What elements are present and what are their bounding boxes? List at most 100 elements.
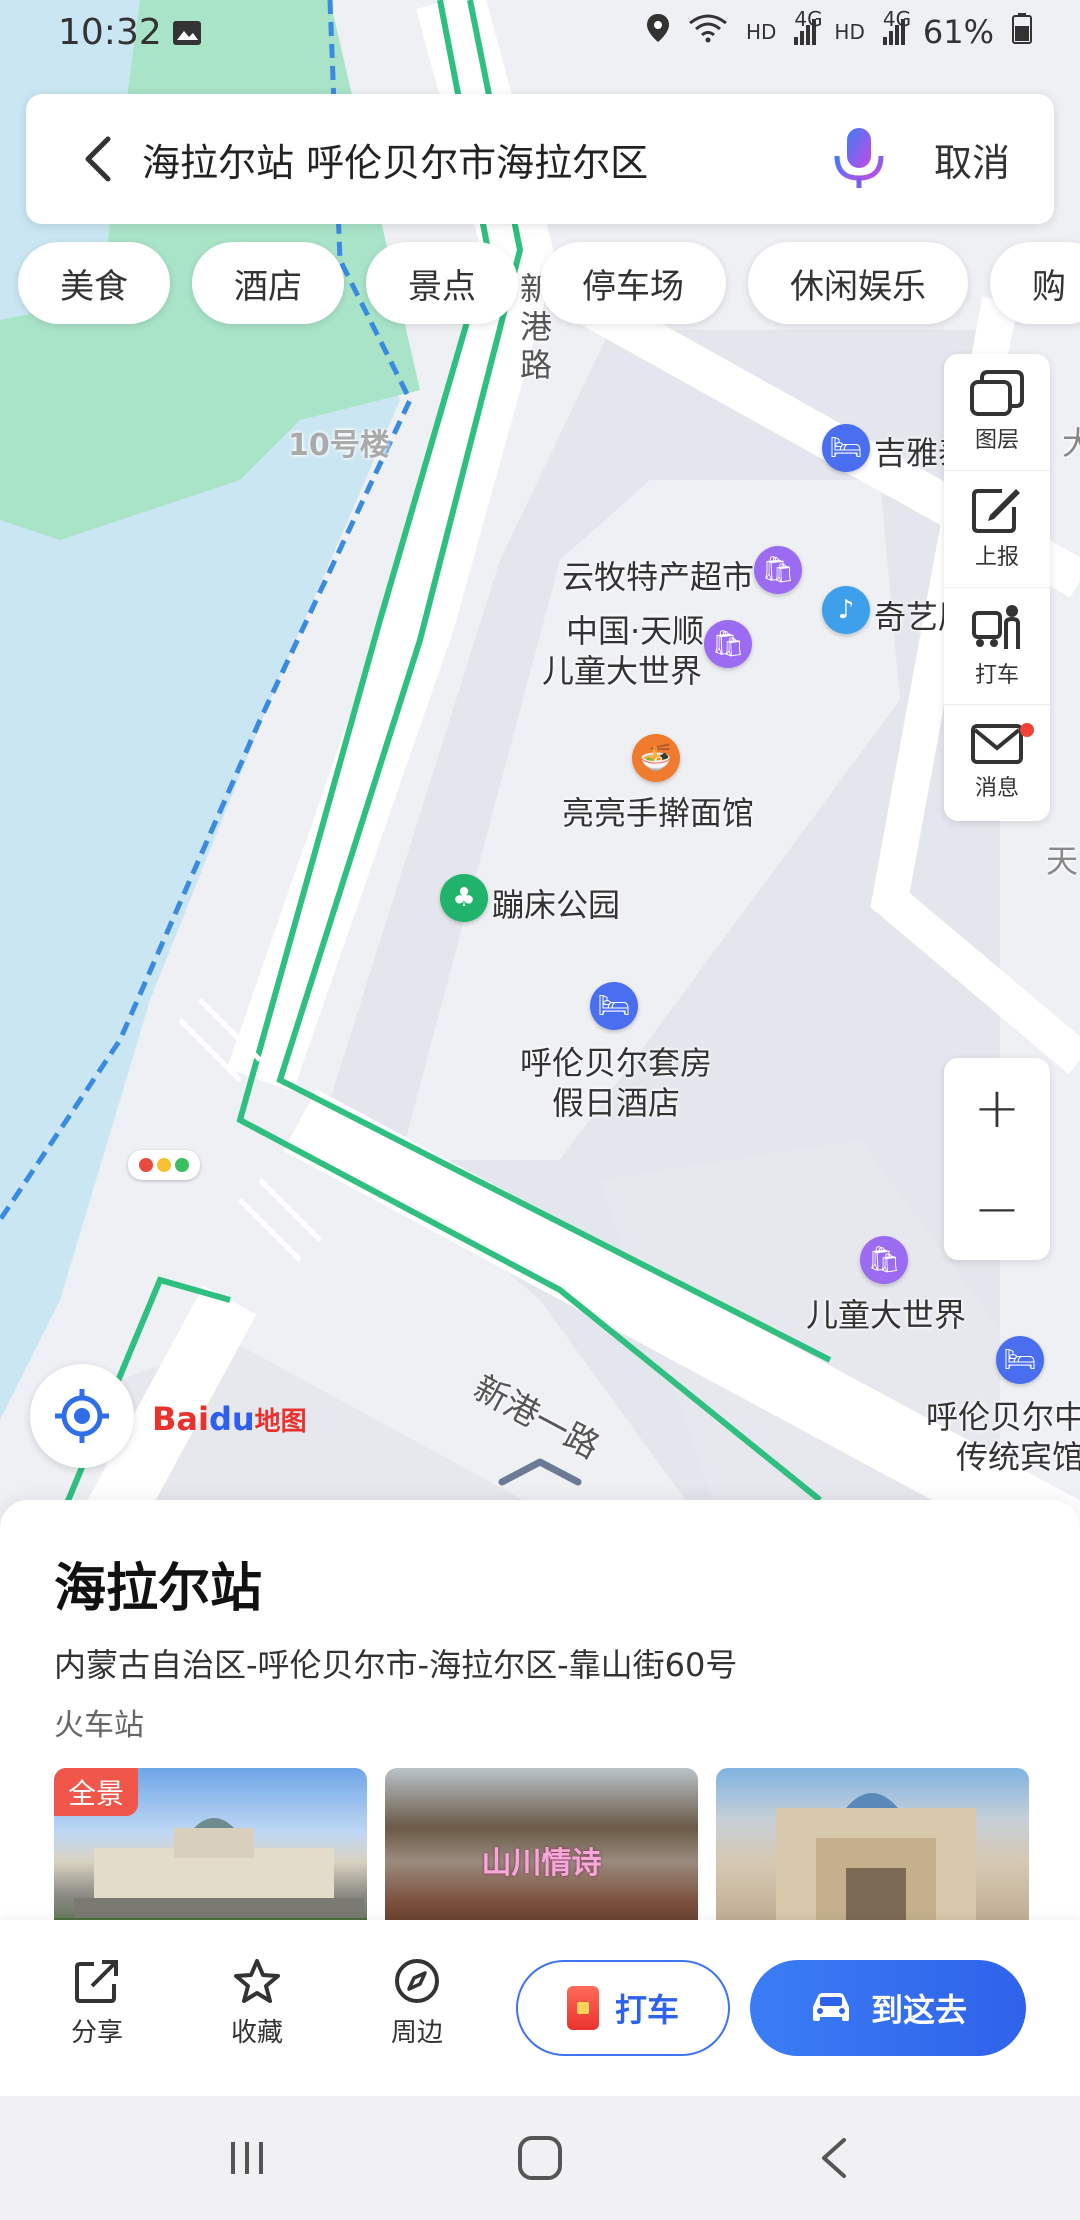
hotel-pin-icon[interactable]: 🛏 [590, 982, 638, 1030]
category-chips: 美食 酒店 景点 停车场 休闲娱乐 购 [18, 242, 1080, 324]
notification-dot [1020, 723, 1034, 737]
layers-icon [970, 370, 1024, 416]
edit-icon [972, 489, 1020, 533]
nearby-button[interactable]: 周边 [362, 1958, 472, 2049]
recent-apps-button[interactable] [187, 2118, 307, 2198]
star-icon [234, 1959, 280, 2003]
signal-icon-2: 4G [882, 7, 911, 45]
messages-button[interactable]: 消息 [944, 704, 1050, 821]
location-status-icon [646, 13, 670, 51]
go-label: 到这去 [870, 1991, 967, 2029]
chip-scenic[interactable]: 景点 [366, 242, 518, 324]
voice-search-button[interactable] [824, 124, 894, 194]
hd-label-2: HD [834, 20, 865, 44]
sheet-drag-handle[interactable] [498, 1456, 582, 1486]
poi-label-hotel2-2[interactable]: 传统宾馆 [956, 1432, 1080, 1478]
car-icon [812, 1993, 849, 2021]
taxi-label: 打车 [614, 1991, 679, 2029]
poi-label-tian: 天 [1046, 842, 1079, 880]
system-navigation-bar [0, 2096, 1080, 2220]
search-input[interactable]: 海拉尔站 呼伦贝尔市海拉尔区 [142, 132, 824, 187]
poi-label-kids-world[interactable]: 儿童大世界 [806, 1290, 966, 1336]
report-button[interactable]: 上报 [944, 470, 1050, 587]
zoom-out-button[interactable]: − [944, 1159, 1050, 1260]
wifi-icon [688, 13, 728, 51]
taxi-button[interactable]: 打车 [516, 1960, 730, 2056]
nearby-label: 周边 [390, 2018, 443, 2048]
taxi-tool-label: 打车 [974, 663, 1019, 688]
place-address: 内蒙古自治区-呼伦贝尔市-海拉尔区-靠山街60号 [54, 1646, 738, 1684]
place-type: 火车站 [54, 1708, 144, 1743]
chip-leisure[interactable]: 休闲娱乐 [748, 242, 968, 324]
poi-label-hotel-2[interactable]: 假日酒店 [552, 1078, 680, 1124]
share-label: 分享 [70, 2018, 123, 2048]
station-photo[interactable] [716, 1768, 1029, 1920]
favorite-button[interactable]: 收藏 [202, 1958, 312, 2049]
chip-hotel[interactable]: 酒店 [192, 242, 344, 324]
station-facade-image [776, 1793, 976, 1920]
layers-button[interactable]: 图层 [944, 354, 1050, 470]
poi-label-tianshun-2[interactable]: 儿童大世界 [542, 646, 702, 692]
traffic-light-icon [128, 1150, 200, 1180]
layers-label: 图层 [974, 428, 1019, 453]
signal-icon-1: 4G [794, 7, 823, 45]
mail-icon [971, 724, 1023, 764]
status-bar: 10:32 HD 4G HD 4G 61% [0, 0, 1080, 64]
hd-label-1: HD [745, 20, 777, 44]
restaurant-pin-icon[interactable]: 🍜 [632, 734, 680, 782]
go-here-button[interactable]: 到这去 [750, 1960, 1026, 2056]
photo-caption: 山川情诗 [481, 1846, 602, 1881]
crosshair-icon [55, 1389, 109, 1443]
logo-du: du [208, 1400, 255, 1438]
home-icon [517, 2136, 562, 2180]
taxi-person-icon [972, 605, 1020, 649]
taxi-tool-button[interactable]: 打车 [944, 587, 1050, 704]
chip-shopping[interactable]: 购 [990, 242, 1080, 324]
zoom-control: + − [944, 1058, 1050, 1260]
search-bar[interactable]: 海拉尔站 呼伦贝尔市海拉尔区 取消 [26, 94, 1054, 224]
recent-apps-icon [230, 2142, 263, 2174]
landscape-photo[interactable]: 山川情诗 [385, 1768, 698, 1920]
logo-ditu: 地图 [254, 1407, 307, 1437]
hotel-pin-icon[interactable]: 🛏 [822, 424, 870, 472]
chevron-left-icon [85, 136, 111, 182]
locate-button[interactable] [30, 1364, 134, 1468]
map-view[interactable]: 新港路 新港一路 10号楼 🛏 吉雅泰 云牧特产超市 🛍 ♪ 奇艺屋 中国·天顺… [0, 0, 1080, 1540]
logo-bai: Bai [152, 1400, 209, 1438]
poi-label-liangliang[interactable]: 亮亮手擀面馆 [562, 788, 754, 834]
microphone-icon [834, 128, 884, 188]
compass-icon [395, 1959, 439, 2003]
gallery-notification-icon [172, 14, 202, 55]
taxi-phone-icon [566, 1986, 599, 2030]
place-title: 海拉尔站 [54, 1559, 263, 1619]
shopping-pin-icon[interactable]: 🛍 [704, 620, 752, 668]
shopping-pin-icon[interactable]: 🛍 [860, 1236, 908, 1284]
place-detail-sheet: 海拉尔站 内蒙古自治区-呼伦贝尔市-海拉尔区-靠山街60号 火车站 全景 山川情… [0, 1500, 1080, 1920]
zoom-in-button[interactable]: + [944, 1058, 1050, 1159]
network-label-1: 4G [794, 7, 823, 31]
poi-label-da: 大 [1062, 424, 1080, 462]
park-pin-icon[interactable]: ♣ [440, 874, 488, 922]
system-back-button[interactable] [773, 2118, 893, 2198]
favorite-label: 收藏 [230, 2018, 283, 2048]
cancel-button[interactable]: 取消 [934, 132, 1010, 187]
building-label-10: 10号楼 [288, 428, 390, 463]
shopping-pin-icon[interactable]: 🛍 [754, 546, 802, 594]
entertainment-pin-icon[interactable]: ♪ [822, 586, 870, 634]
chip-food[interactable]: 美食 [18, 242, 170, 324]
back-button[interactable] [52, 94, 142, 224]
poi-label-bengchuang[interactable]: 蹦床公园 [492, 880, 620, 926]
report-label: 上报 [974, 545, 1019, 570]
map-tools: 图层 上报 打车 消息 [944, 354, 1050, 821]
poi-label-yunmu[interactable]: 云牧特产超市 [562, 552, 754, 598]
baidu-map-logo: Baidu地图 [152, 1400, 307, 1438]
chip-parking[interactable]: 停车场 [540, 242, 726, 324]
messages-label: 消息 [974, 776, 1019, 801]
hotel-pin-icon[interactable]: 🛏 [996, 1336, 1044, 1384]
share-icon [75, 1960, 118, 2003]
status-time: 10:32 [58, 11, 162, 53]
panorama-photo[interactable]: 全景 [54, 1768, 367, 1920]
home-button[interactable] [480, 2118, 600, 2198]
network-label-2: 4G [882, 7, 912, 31]
share-button[interactable]: 分享 [42, 1958, 152, 2049]
